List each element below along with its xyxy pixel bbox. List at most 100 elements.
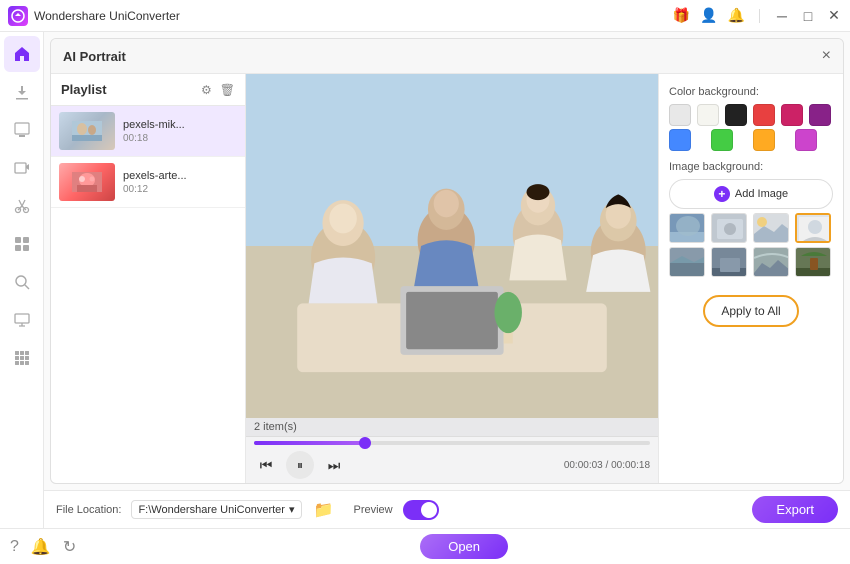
sidebar-item-cut[interactable] [4, 188, 40, 224]
video-scene [246, 74, 658, 418]
color-swatch-purple[interactable] [809, 104, 831, 126]
color-swatch-green[interactable] [711, 129, 733, 151]
image-thumb-6[interactable] [711, 247, 747, 277]
dialog-title: AI Portrait [63, 49, 126, 64]
add-image-label: Add Image [735, 188, 788, 200]
settings-icon[interactable]: ⚙ [201, 83, 212, 97]
next-button[interactable]: ⏭ [322, 453, 346, 477]
image-thumb-4[interactable] [795, 213, 831, 243]
progress-fill [254, 441, 365, 445]
sidebar-item-screen[interactable] [4, 302, 40, 338]
add-image-button[interactable]: + Add Image [669, 179, 833, 209]
preview-label: Preview [354, 504, 393, 516]
gift-icon[interactable]: 🎁 [673, 7, 690, 24]
controls-row: ⏮ ⏸ ⏭ 00:00:03 / 00:00:18 [254, 449, 650, 481]
very-bottom-bar: ? 🔔 ↻ Open [0, 528, 850, 564]
playlist-item-duration-1: 00:18 [123, 133, 237, 144]
apply-to-all-button[interactable]: Apply to All [703, 295, 798, 327]
title-bar-controls: 🎁 👤 🔔 ─ □ ✕ [673, 7, 842, 24]
ai-portrait-dialog: AI Portrait × Playlist ⚙ 🗑 [50, 38, 844, 484]
notification-icon[interactable]: 🔔 [728, 7, 745, 24]
playback-controls: ⏮ ⏸ ⏭ [254, 451, 346, 479]
file-location-select[interactable]: F:\Wondershare UniConverter ▾ [131, 500, 301, 519]
file-path-text: F:\Wondershare UniConverter [138, 504, 285, 516]
sidebar-item-home[interactable] [4, 36, 40, 72]
playlist-item-info-1: pexels-mik... 00:18 [123, 119, 237, 144]
playlist-item-name-1: pexels-mik... [123, 119, 237, 131]
content-area: AI Portrait × Playlist ⚙ 🗑 [44, 32, 850, 528]
playlist-actions: ⚙ 🗑 [201, 83, 235, 97]
image-bg-label: Image background: [669, 161, 833, 173]
toggle-knob [421, 502, 437, 518]
items-count-label: 2 item(s) [246, 418, 658, 436]
bell-icon[interactable]: 🔔 [31, 537, 51, 557]
image-thumb-5[interactable] [669, 247, 705, 277]
prev-button[interactable]: ⏮ [254, 453, 278, 477]
color-bg-label: Color background: [669, 86, 833, 98]
color-swatch-orange[interactable] [753, 129, 775, 151]
image-thumb-1[interactable] [669, 213, 705, 243]
dialog-header: AI Portrait × [51, 39, 843, 74]
dialog-close-button[interactable]: × [822, 47, 831, 65]
preview-toggle[interactable] [403, 500, 439, 520]
sidebar-item-search[interactable] [4, 264, 40, 300]
sidebar-item-upload[interactable] [4, 112, 40, 148]
title-bar: Wondershare UniConverter 🎁 👤 🔔 ─ □ ✕ [0, 0, 850, 32]
playlist-panel: Playlist ⚙ 🗑 [51, 74, 246, 483]
image-thumb-2[interactable] [711, 213, 747, 243]
color-swatches-row1 [669, 104, 833, 126]
title-bar-left: Wondershare UniConverter [8, 6, 180, 26]
bottom-bar: File Location: F:\Wondershare UniConvert… [44, 490, 850, 528]
progress-thumb [359, 437, 371, 449]
color-swatch-blue[interactable] [669, 129, 691, 151]
playlist-item[interactable]: pexels-mik... 00:18 [51, 106, 245, 157]
dropdown-icon: ▾ [289, 503, 295, 516]
color-swatch-violet[interactable] [795, 129, 817, 151]
image-thumb-8[interactable] [795, 247, 831, 277]
color-swatch-light[interactable] [697, 104, 719, 126]
user-icon[interactable]: 👤 [700, 7, 717, 24]
progress-bar[interactable] [254, 441, 650, 445]
image-thumb-7[interactable] [753, 247, 789, 277]
sidebar-item-apps[interactable] [4, 340, 40, 376]
browse-folder-button[interactable]: 📁 [312, 498, 336, 522]
color-swatch-white[interactable] [669, 104, 691, 126]
close-button[interactable]: ✕ [826, 8, 842, 24]
apply-all-container: Apply to All [669, 295, 833, 327]
color-swatch-black[interactable] [725, 104, 747, 126]
minimize-button[interactable]: ─ [774, 8, 790, 24]
color-bg-section: Color background: [669, 86, 833, 151]
playlist-title: Playlist [61, 82, 107, 97]
video-controls: ⏮ ⏸ ⏭ 00:00:03 / 00:00:18 [246, 436, 658, 483]
color-swatch-pink[interactable] [781, 104, 803, 126]
maximize-button[interactable]: □ [800, 8, 816, 24]
app-logo [8, 6, 28, 26]
playlist-items: pexels-mik... 00:18 [51, 106, 245, 483]
image-grid [669, 213, 833, 277]
delete-icon[interactable]: 🗑 [220, 83, 235, 97]
playlist-thumb-2 [59, 163, 115, 201]
help-icon[interactable]: ? [10, 538, 19, 556]
refresh-icon[interactable]: ↻ [63, 537, 76, 557]
image-thumb-3[interactable] [753, 213, 789, 243]
preview-area: 2 item(s) ⏮ ⏸ ⏭ 00:00:03 / 0 [246, 74, 658, 483]
playlist-item-duration-2: 00:12 [123, 184, 237, 195]
playlist-header: Playlist ⚙ 🗑 [51, 74, 245, 106]
playlist-thumb-1 [59, 112, 115, 150]
sidebar-icons [0, 32, 44, 528]
export-button[interactable]: Export [752, 496, 838, 523]
right-panel: Color background: [658, 74, 843, 483]
image-bg-section: Image background: + Add Image [669, 161, 833, 277]
open-button[interactable]: Open [420, 534, 508, 559]
dialog-body: Playlist ⚙ 🗑 [51, 74, 843, 483]
file-location-label: File Location: [56, 504, 121, 516]
pause-button[interactable]: ⏸ [286, 451, 314, 479]
plus-icon: + [714, 186, 730, 202]
sidebar-item-download[interactable] [4, 74, 40, 110]
sidebar-item-grid[interactable] [4, 226, 40, 262]
playlist-item[interactable]: pexels-arte... 00:12 [51, 157, 245, 208]
playlist-item-info-2: pexels-arte... 00:12 [123, 170, 237, 195]
sidebar-item-video[interactable] [4, 150, 40, 186]
color-swatch-red[interactable] [753, 104, 775, 126]
playlist-item-name-2: pexels-arte... [123, 170, 237, 182]
